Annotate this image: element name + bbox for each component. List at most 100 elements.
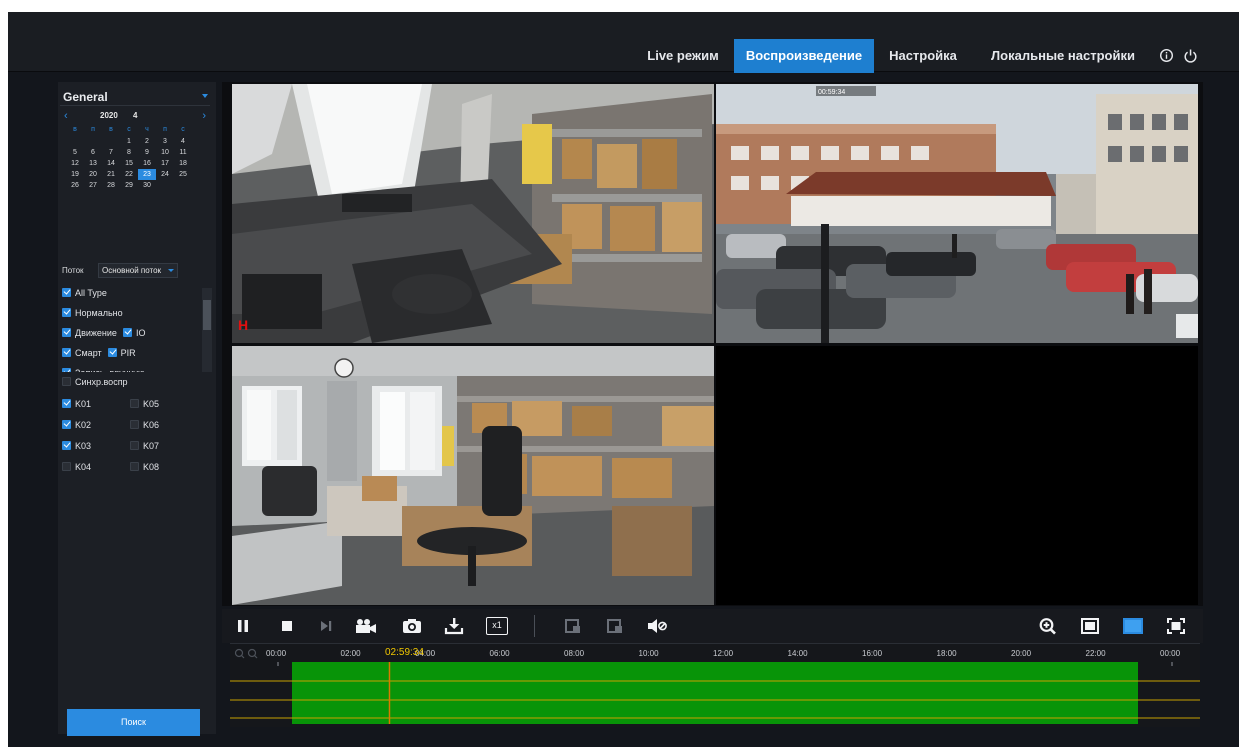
timeline-tick-label: 14:00 xyxy=(787,649,808,658)
quad-view-icon[interactable] xyxy=(1122,617,1144,635)
calendar-day-30[interactable]: 30 xyxy=(138,180,156,191)
calendar-day-5[interactable]: 5 xyxy=(66,147,84,158)
clip-start-icon[interactable] xyxy=(564,617,582,635)
calendar-day-1[interactable]: 1 xyxy=(120,136,138,147)
calendar-day-22[interactable]: 22 xyxy=(120,169,138,180)
channel-checkbox-k04[interactable]: K04 xyxy=(62,462,91,476)
record-type-row[interactable]: All Type xyxy=(62,288,107,302)
timeline-zoom-icons[interactable] xyxy=(234,648,264,660)
calendar-day-3[interactable]: 3 xyxy=(156,136,174,147)
calendar-day-29[interactable]: 29 xyxy=(120,180,138,191)
calendar-day-11[interactable]: 11 xyxy=(174,147,192,158)
video-tile-3[interactable] xyxy=(232,346,714,605)
stream-select[interactable]: Основной поток xyxy=(98,263,178,278)
checkbox-checked[interactable] xyxy=(62,288,71,297)
fullscreen-icon[interactable] xyxy=(1166,617,1186,635)
calendar-day-19[interactable]: 19 xyxy=(66,169,84,180)
timeline-track[interactable] xyxy=(230,662,1200,728)
calendar-day-28[interactable]: 28 xyxy=(102,180,120,191)
camera-2-osd-time: 00:59:34 xyxy=(818,89,845,96)
search-button[interactable]: Поиск xyxy=(67,709,200,736)
calendar-day-15[interactable]: 15 xyxy=(120,158,138,169)
top-navigation: Live режим Воспроизведение Настройка Лок… xyxy=(8,12,1239,73)
power-icon[interactable] xyxy=(1183,48,1198,63)
calendar-day-14[interactable]: 14 xyxy=(102,158,120,169)
record-type-row[interactable]: Нормально xyxy=(62,308,123,322)
calendar-day-2[interactable]: 2 xyxy=(138,136,156,147)
timeline-tick-label: 16:00 xyxy=(862,649,883,658)
calendar-day-17[interactable]: 17 xyxy=(156,158,174,169)
checkbox-unchecked[interactable] xyxy=(62,462,71,471)
playback-timeline[interactable]: 00:00 02:00 04:00 06:00 08:00 10:00 12:00 14:00… xyxy=(230,643,1200,727)
channel-checkbox-k01[interactable]: K01 xyxy=(62,399,91,413)
clip-end-icon[interactable] xyxy=(606,617,624,635)
checkbox-label: Запись, вручную xyxy=(75,368,145,372)
checkbox-unchecked[interactable] xyxy=(130,441,139,450)
record-type-row[interactable]: Запись, вручную xyxy=(62,368,145,372)
checkbox-unchecked[interactable] xyxy=(130,420,139,429)
calendar-day-4[interactable]: 4 xyxy=(174,136,192,147)
single-view-icon[interactable] xyxy=(1080,617,1100,635)
calendar-prev-month-button[interactable]: ‹ xyxy=(64,110,68,122)
channel-checkbox-k05[interactable]: K05 xyxy=(130,399,159,413)
checkbox-checked[interactable] xyxy=(62,308,71,317)
calendar-day-20[interactable]: 20 xyxy=(84,169,102,180)
snapshot-icon[interactable] xyxy=(402,617,422,635)
calendar-day-8[interactable]: 8 xyxy=(120,147,138,158)
speed-x1-icon[interactable]: x1 xyxy=(486,617,508,635)
calendar-blank xyxy=(84,136,102,147)
nav-live-view[interactable]: Live режим xyxy=(642,39,724,73)
calendar-day-23[interactable]: 23 xyxy=(138,169,156,180)
calendar-day-25[interactable]: 25 xyxy=(174,169,192,180)
channel-checkbox-k02[interactable]: K02 xyxy=(62,420,91,434)
checkbox-checked[interactable] xyxy=(62,348,71,357)
calendar-day-6[interactable]: 6 xyxy=(84,147,102,158)
audio-mute-icon[interactable] xyxy=(646,617,668,635)
checkbox-unchecked[interactable] xyxy=(130,399,139,408)
checkbox[interactable] xyxy=(62,377,71,386)
calendar-day-7[interactable]: 7 xyxy=(102,147,120,158)
sync-playback-checkbox[interactable]: Синхр.воспр xyxy=(62,377,128,391)
calendar-day-27[interactable]: 27 xyxy=(84,180,102,191)
calendar-day-18[interactable]: 18 xyxy=(174,158,192,169)
calendar-day-26[interactable]: 26 xyxy=(66,180,84,191)
record-type-scrollbar[interactable] xyxy=(202,288,212,372)
scrollbar-thumb[interactable] xyxy=(203,300,211,330)
checkbox-unchecked[interactable] xyxy=(130,462,139,471)
checkbox-checked[interactable] xyxy=(122,328,132,337)
checkbox-checked[interactable] xyxy=(62,328,71,337)
info-icon[interactable] xyxy=(1159,48,1174,63)
record-type-row[interactable]: Смарт PIR xyxy=(62,348,136,362)
nav-playback[interactable]: Воспроизведение xyxy=(734,39,874,73)
calendar-day-9[interactable]: 9 xyxy=(138,147,156,158)
checkbox-checked[interactable] xyxy=(62,441,71,450)
channel-checkbox-k03[interactable]: K03 xyxy=(62,441,91,455)
channel-checkbox-k08[interactable]: K08 xyxy=(130,462,159,476)
zoom-in-icon[interactable] xyxy=(1038,617,1058,635)
nav-local-settings[interactable]: Локальные настройки xyxy=(980,39,1146,73)
video-tile-2[interactable]: 00:59:34 xyxy=(716,84,1198,343)
group-selector[interactable]: General xyxy=(60,90,210,106)
download-icon[interactable] xyxy=(444,617,464,635)
record-type-row[interactable]: Движение IO xyxy=(62,328,145,342)
calendar-next-month-button[interactable]: › xyxy=(202,110,206,122)
video-tile-1[interactable]: H xyxy=(232,84,714,343)
video-tile-4[interactable] xyxy=(716,346,1198,605)
record-clip-icon[interactable] xyxy=(354,617,378,635)
next-frame-icon[interactable] xyxy=(318,617,334,635)
pause-icon[interactable] xyxy=(236,617,250,635)
channel-checkbox-k07[interactable]: K07 xyxy=(130,441,159,455)
stop-icon[interactable] xyxy=(280,617,294,635)
calendar-day-24[interactable]: 24 xyxy=(156,169,174,180)
calendar-day-13[interactable]: 13 xyxy=(84,158,102,169)
calendar-day-10[interactable]: 10 xyxy=(156,147,174,158)
checkbox-checked[interactable] xyxy=(62,399,71,408)
calendar-day-12[interactable]: 12 xyxy=(66,158,84,169)
nav-settings[interactable]: Настройка xyxy=(882,39,964,73)
checkbox-checked[interactable] xyxy=(62,368,71,372)
checkbox-checked[interactable] xyxy=(107,348,117,357)
channel-checkbox-k06[interactable]: K06 xyxy=(130,420,159,434)
calendar-day-21[interactable]: 21 xyxy=(102,169,120,180)
checkbox-checked[interactable] xyxy=(62,420,71,429)
calendar-day-16[interactable]: 16 xyxy=(138,158,156,169)
